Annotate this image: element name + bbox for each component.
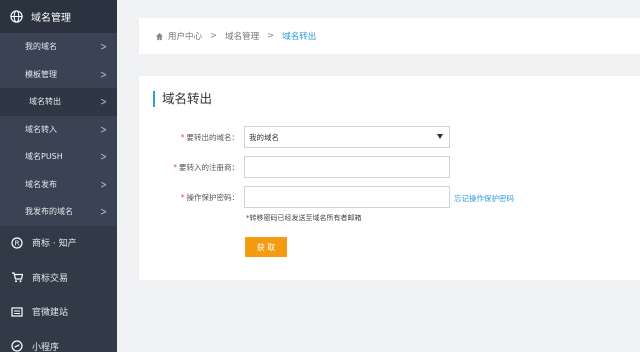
sidebar-item-label: 商标交易	[32, 273, 69, 284]
registrar-label-text: 要转入的注册商：	[179, 162, 239, 172]
form-title: 域名转出	[153, 91, 212, 107]
chevron-right-icon: >	[100, 95, 107, 109]
caret-down-icon	[437, 134, 443, 139]
sidebar-header-label: 域名管理	[31, 13, 71, 24]
registrar-label: * 要转入的注册商：	[129, 162, 239, 173]
domain-label-text: 要转出的域名：	[186, 132, 240, 142]
breadcrumb-separator: >	[267, 31, 275, 41]
sidebar-item-label: 商标 · 知产	[32, 239, 77, 250]
sidebar-item-label: 域名PUSH	[25, 152, 63, 162]
sidebar-item-label: 官微建站	[32, 308, 69, 319]
sidebar-item-website[interactable]: 官微建站	[0, 295, 117, 330]
globe-icon	[10, 10, 23, 23]
sidebar-item-label: 域名发布	[25, 179, 57, 189]
sidebar-item-trademark-trade[interactable]: 商标交易	[0, 260, 117, 295]
sidebar-item-domain-transfer-out[interactable]: 域名转出 >	[0, 88, 117, 116]
get-button[interactable]: 获 取	[245, 237, 287, 257]
sidebar-item-domain-transfer-in[interactable]: 域名转入 >	[0, 116, 117, 144]
mini-program-icon	[11, 340, 23, 352]
sidebar-item-my-domains[interactable]: 我的域名 >	[0, 33, 117, 61]
domain-label: * 要转出的域名：	[129, 132, 239, 143]
forgot-password-link[interactable]: 忘记操作保护密码	[454, 193, 514, 204]
required-mark: *	[180, 192, 185, 202]
chevron-right-icon: >	[100, 177, 107, 191]
sidebar-header-domain-management[interactable]: 域名管理	[0, 0, 117, 33]
sidebar-item-label: 域名转出	[29, 97, 61, 107]
breadcrumb-domain-management[interactable]: 域名管理	[225, 30, 259, 42]
chevron-right-icon: >	[100, 40, 107, 54]
required-mark: *	[173, 162, 177, 172]
registrar-input[interactable]	[244, 156, 450, 178]
website-icon	[11, 306, 23, 318]
breadcrumb: 用户中心 > 域名管理 > 域名转出	[139, 18, 640, 54]
sidebar: 域名管理 我的域名 > 模板管理 > 域名转出 > 域名转入 > 域名PUSH > 域名发…	[0, 0, 117, 352]
sidebar-item-label: 域名转入	[25, 124, 57, 134]
home-icon	[155, 32, 164, 40]
password-label-text: 操作保护密码：	[186, 192, 240, 202]
sidebar-item-my-published-domains[interactable]: 我发布的域名 >	[0, 198, 117, 226]
svg-text:R: R	[15, 239, 20, 247]
password-row: * 操作保护密码：	[139, 186, 239, 208]
sidebar-item-label: 我的域名	[25, 42, 57, 52]
sidebar-item-domain-publish[interactable]: 域名发布 >	[0, 171, 117, 199]
breadcrumb-separator: >	[210, 31, 218, 41]
sidebar-item-trademark[interactable]: R 商标 · 知产	[0, 226, 117, 261]
sidebar-submenu: 我的域名 > 模板管理 > 域名转出 > 域名转入 > 域名PUSH > 域名发布 > 我发…	[0, 33, 117, 226]
domain-row: * 要转出的域名：	[139, 126, 239, 148]
cart-icon	[11, 271, 23, 283]
main-content: 用户中心 > 域名管理 > 域名转出 域名转出 * 要转出的域名： 我的域名 * 要…	[117, 0, 640, 352]
chevron-right-icon: >	[100, 150, 107, 164]
domain-select-value: 我的域名	[249, 132, 279, 142]
password-input[interactable]	[244, 186, 450, 208]
chevron-right-icon: >	[100, 205, 107, 219]
required-mark: *	[180, 132, 185, 142]
sidebar-item-mini-program[interactable]: 小程序	[0, 329, 117, 352]
domain-select[interactable]: 我的域名	[244, 126, 450, 148]
breadcrumb-home[interactable]: 用户中心	[168, 30, 202, 42]
sidebar-item-label: 模板管理	[25, 69, 57, 79]
password-label: * 操作保护密码：	[129, 192, 239, 203]
chevron-right-icon: >	[100, 122, 107, 136]
sidebar-item-templates[interactable]: 模板管理 >	[0, 61, 117, 89]
registered-icon: R	[11, 237, 23, 249]
registrar-row: * 要转入的注册商：	[139, 156, 239, 178]
breadcrumb-current: 域名转出	[282, 32, 317, 42]
sidebar-item-domain-push[interactable]: 域名PUSH >	[0, 143, 117, 171]
sidebar-item-label: 我发布的域名	[25, 207, 73, 217]
transfer-out-form: 域名转出 * 要转出的域名： 我的域名 * 要转入的注册商： * 操作保护密码： 忘记…	[139, 76, 640, 280]
chevron-right-icon: >	[100, 67, 107, 81]
sidebar-item-label: 小程序	[32, 342, 60, 352]
transfer-code-note: *转移密码已经发送至域名所有者邮箱	[246, 214, 362, 222]
